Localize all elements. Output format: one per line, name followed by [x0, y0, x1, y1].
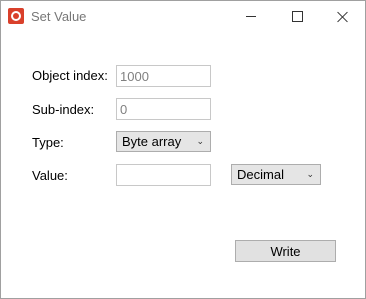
title-bar: Set Value — [1, 1, 365, 32]
object-index-label: Object index: — [32, 68, 108, 83]
window-title: Set Value — [31, 9, 87, 24]
type-dropdown[interactable]: Byte array ⌄ — [116, 131, 211, 152]
close-button[interactable] — [320, 1, 366, 32]
minimize-button[interactable] — [228, 1, 274, 32]
maximize-button[interactable] — [274, 1, 320, 32]
write-button[interactable]: Write — [235, 240, 336, 262]
set-value-window: Set Value Object index: Sub-index: Type:… — [0, 0, 366, 299]
maximize-icon — [291, 11, 303, 22]
value-label: Value: — [32, 168, 68, 183]
close-icon — [337, 11, 349, 23]
type-label: Type: — [32, 135, 64, 150]
sub-index-field[interactable] — [116, 98, 211, 120]
write-button-label: Write — [270, 243, 301, 259]
object-index-field[interactable] — [116, 65, 211, 87]
minimize-icon — [246, 16, 256, 17]
type-selected-value: Byte array — [122, 134, 182, 149]
chevron-down-icon: ⌄ — [196, 136, 204, 146]
value-input[interactable] — [116, 164, 211, 186]
chevron-down-icon: ⌄ — [306, 169, 314, 179]
format-dropdown[interactable]: Decimal ⌄ — [231, 164, 321, 185]
format-selected-value: Decimal — [237, 167, 284, 182]
sub-index-label: Sub-index: — [32, 102, 95, 117]
app-icon — [8, 8, 24, 24]
